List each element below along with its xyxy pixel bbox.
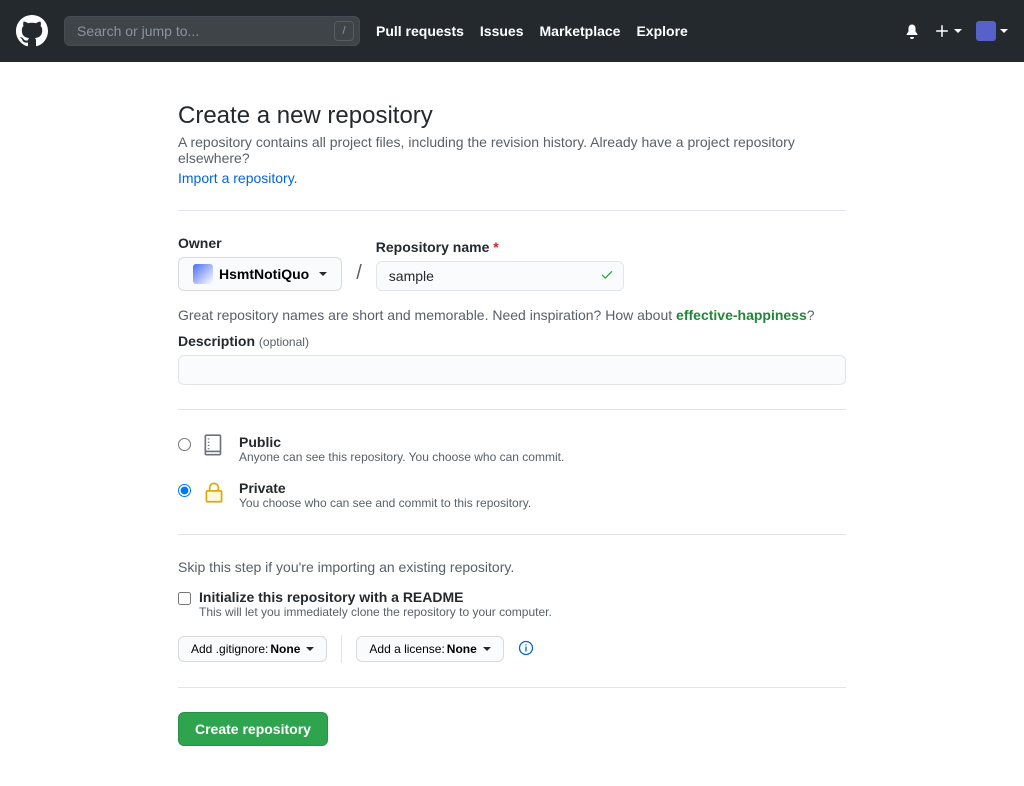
license-label: Add a license: [369, 642, 444, 656]
skip-import-text: Skip this step if you're importing an ex… [178, 559, 846, 575]
description-label-text: Description [178, 333, 255, 349]
init-readme-checkbox[interactable] [178, 592, 191, 605]
owner-avatar-icon [193, 264, 213, 284]
create-repository-button[interactable]: Create repository [178, 712, 328, 746]
avatar [976, 21, 996, 41]
nav-marketplace[interactable]: Marketplace [540, 23, 621, 39]
divider [178, 210, 846, 211]
chevron-down-icon [306, 647, 314, 651]
chevron-down-icon [1000, 29, 1008, 33]
public-radio[interactable] [178, 438, 191, 451]
lock-icon [201, 478, 229, 509]
owner-label: Owner [178, 235, 342, 251]
header-right [904, 21, 1008, 41]
user-menu-dropdown[interactable] [976, 21, 1008, 41]
license-value: None [447, 642, 477, 656]
repo-name-input-wrap [376, 261, 624, 291]
init-readme-title: Initialize this repository with a README [199, 589, 552, 605]
primary-nav: Pull requests Issues Marketplace Explore [376, 23, 688, 39]
divider [178, 409, 846, 410]
public-description: Anyone can see this repository. You choo… [239, 450, 564, 464]
divider [178, 687, 846, 688]
search-input[interactable] [64, 16, 360, 46]
chevron-down-icon [954, 29, 962, 33]
slash-separator: / [352, 262, 366, 291]
init-readme-text: Initialize this repository with a README… [199, 589, 552, 619]
divider [178, 534, 846, 535]
private-radio[interactable] [178, 484, 191, 497]
global-header: / Pull requests Issues Marketplace Explo… [0, 0, 1024, 62]
visibility-private-option: Private You choose who can see and commi… [178, 480, 846, 510]
description-input[interactable] [178, 355, 846, 385]
chevron-down-icon [319, 272, 327, 276]
optional-text: (optional) [259, 335, 309, 349]
create-new-dropdown[interactable] [934, 23, 962, 39]
init-readme-row: Initialize this repository with a README… [178, 589, 846, 619]
nav-explore[interactable]: Explore [636, 23, 687, 39]
repo-name-group: Repository name * [376, 239, 624, 291]
import-repository-link[interactable]: Import a repository. [178, 170, 298, 186]
gitignore-label: Add .gitignore: [191, 642, 268, 656]
visibility-public-option: Public Anyone can see this repository. Y… [178, 434, 846, 464]
private-title: Private [239, 480, 531, 496]
owner-select-button[interactable]: HsmtNotiQuo [178, 257, 342, 291]
template-dropdown-row: Add .gitignore: None Add a license: None [178, 635, 846, 663]
repo-name-label: Repository name * [376, 239, 624, 255]
gitignore-dropdown[interactable]: Add .gitignore: None [178, 636, 327, 662]
name-hint: Great repository names are short and mem… [178, 307, 846, 323]
page-subhead: A repository contains all project files,… [178, 134, 846, 166]
gitignore-value: None [270, 642, 300, 656]
vertical-divider [341, 635, 342, 663]
nav-issues[interactable]: Issues [480, 23, 524, 39]
hint-prefix: Great repository names are short and mem… [178, 307, 676, 323]
repo-name-input[interactable] [376, 261, 624, 291]
chevron-down-icon [483, 647, 491, 651]
repo-icon [201, 432, 229, 463]
public-text: Public Anyone can see this repository. Y… [239, 434, 564, 464]
search-box: / [64, 16, 360, 46]
public-title: Public [239, 434, 564, 450]
slash-key-icon: / [334, 21, 354, 41]
nav-pull-requests[interactable]: Pull requests [376, 23, 464, 39]
init-readme-description: This will let you immediately clone the … [199, 605, 552, 619]
owner-group: Owner HsmtNotiQuo [178, 235, 342, 291]
required-indicator: * [493, 239, 498, 255]
description-group: Description (optional) [178, 333, 846, 349]
license-dropdown[interactable]: Add a license: None [356, 636, 503, 662]
suggested-name[interactable]: effective-happiness [676, 307, 807, 323]
license-info-icon[interactable] [518, 640, 534, 659]
hint-suffix: ? [807, 307, 815, 323]
owner-repo-row: Owner HsmtNotiQuo / Repository name * [178, 235, 846, 291]
github-logo-icon[interactable] [16, 15, 48, 47]
repo-name-label-text: Repository name [376, 239, 490, 255]
check-icon [600, 268, 614, 285]
owner-name: HsmtNotiQuo [219, 266, 309, 282]
private-description: You choose who can see and commit to thi… [239, 496, 531, 510]
main-content: Create a new repository A repository con… [162, 62, 862, 786]
page-title: Create a new repository [178, 102, 846, 130]
notifications-icon[interactable] [904, 23, 920, 39]
private-text: Private You choose who can see and commi… [239, 480, 531, 510]
description-label: Description (optional) [178, 333, 846, 349]
